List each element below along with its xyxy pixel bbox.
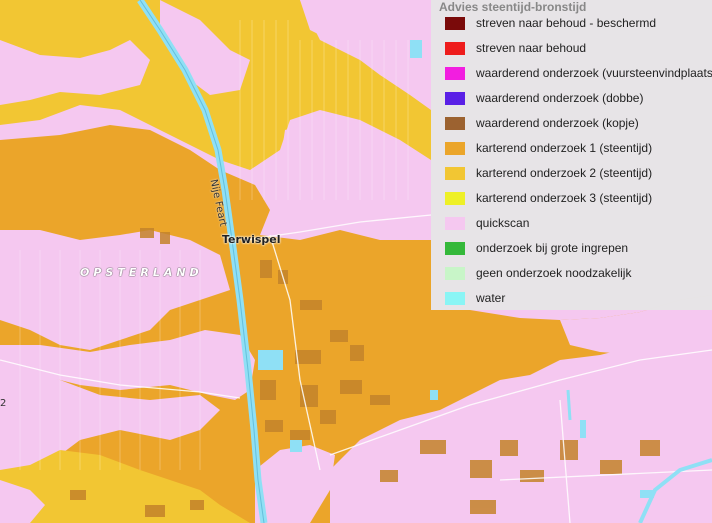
legend-item-label: geen onderzoek noodzakelijk <box>476 266 632 280</box>
legend-swatch <box>445 141 465 155</box>
legend-item-label: waarderend onderzoek (dobbe) <box>476 91 644 105</box>
legend-swatch <box>445 91 465 105</box>
legend-swatch <box>445 166 465 180</box>
legend-item-label: quickscan <box>476 216 530 230</box>
legend-swatch <box>445 116 465 130</box>
legend-item: karterend onderzoek 1 (steentijd) <box>445 138 652 158</box>
legend-swatch <box>445 16 465 30</box>
legend-item-label: karterend onderzoek 2 (steentijd) <box>476 166 653 180</box>
legend-item: waarderend onderzoek (dobbe) <box>445 88 643 108</box>
legend-item: karterend onderzoek 3 (steentijd) <box>445 188 652 208</box>
legend-item: waarderend onderzoek (kopje) <box>445 113 639 133</box>
legend-item-label: karterend onderzoek 3 (steentijd) <box>476 191 653 205</box>
town-label-terwispel: Terwispel <box>222 233 281 246</box>
legend-swatch <box>445 291 465 305</box>
legend-swatch <box>445 266 465 280</box>
legend-item: karterend onderzoek 2 (steentijd) <box>445 163 652 183</box>
legend-item-label: karterend onderzoek 1 (steentijd) <box>476 141 653 155</box>
legend-swatch <box>445 41 465 55</box>
legend-swatch <box>445 66 465 80</box>
legend-swatch <box>445 191 465 205</box>
legend-item: waarderend onderzoek (vuursteenvindplaat… <box>445 63 712 83</box>
legend-title: Advies steentijd-bronstijd <box>439 0 587 14</box>
legend-panel: Advies steentijd-bronstijd streven naar … <box>431 0 712 310</box>
legend-item: onderzoek bij grote ingrepen <box>445 238 628 258</box>
legend-item-label: waarderend onderzoek (kopje) <box>476 116 639 130</box>
legend-item: quickscan <box>445 213 529 233</box>
legend-item-label: waarderend onderzoek (vuursteenvindplaat… <box>476 66 712 80</box>
legend-item: geen onderzoek noodzakelijk <box>445 263 631 283</box>
legend-item-label: water <box>476 291 506 305</box>
legend-item-label: streven naar behoud <box>476 41 587 55</box>
map-edge-number: 2 <box>0 398 7 409</box>
legend-swatch <box>445 216 465 230</box>
legend-item-label: streven naar behoud - beschermd <box>476 16 657 30</box>
legend-item: streven naar behoud <box>445 38 586 58</box>
legend-item: streven naar behoud - beschermd <box>445 13 656 33</box>
legend-item: water <box>445 288 505 308</box>
region-label-opsterland: OPSTERLAND <box>80 266 203 279</box>
legend-item-label: onderzoek bij grote ingrepen <box>476 241 629 255</box>
legend-swatch <box>445 241 465 255</box>
